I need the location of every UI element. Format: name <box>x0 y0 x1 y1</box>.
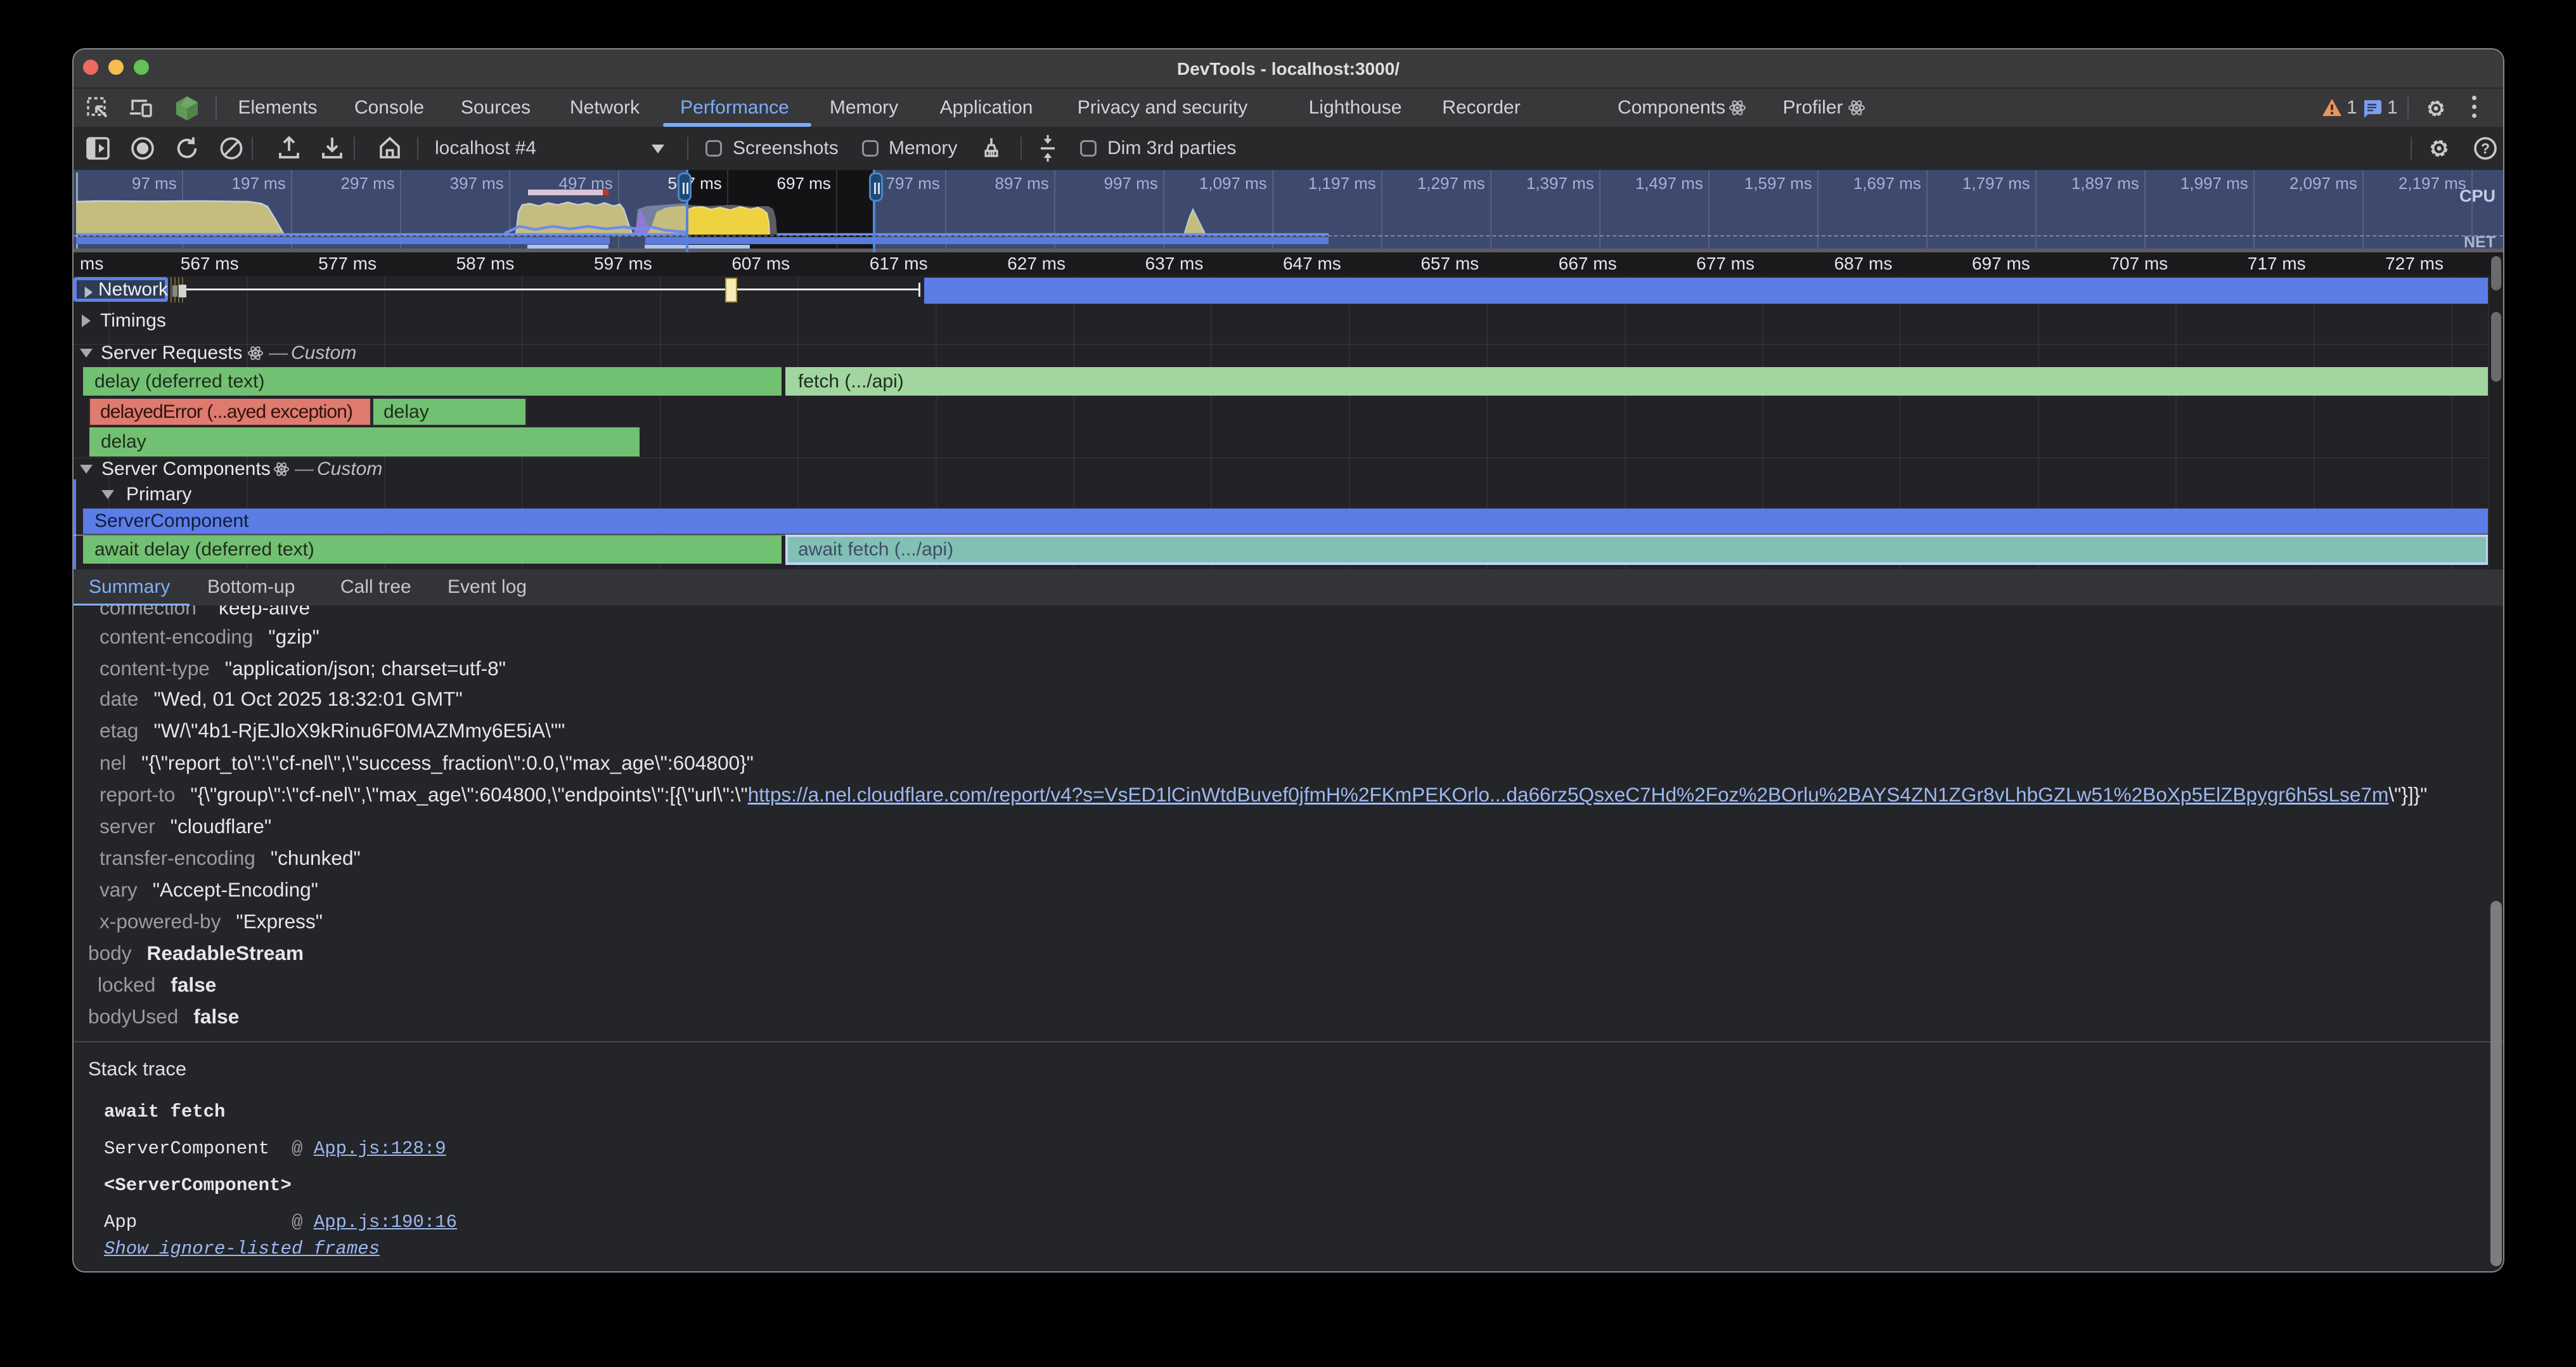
svg-text:?: ? <box>2481 140 2490 157</box>
